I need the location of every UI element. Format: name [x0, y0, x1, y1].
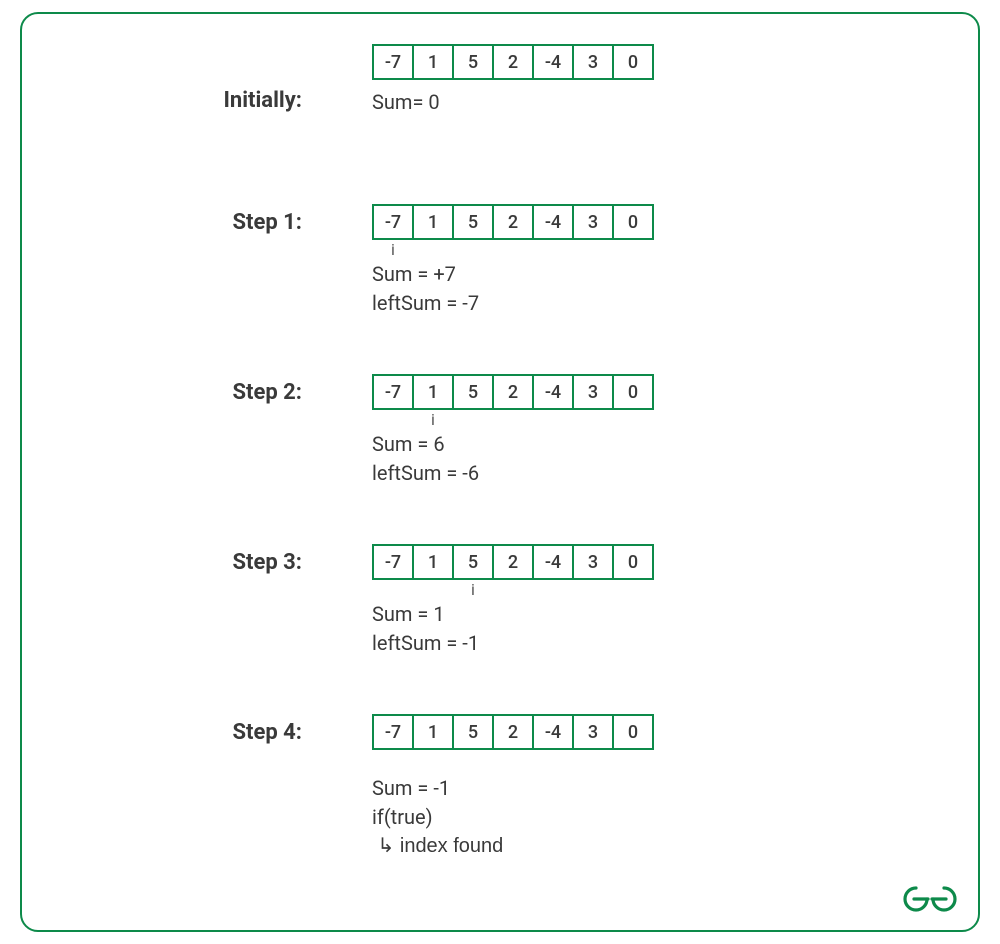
array-initial: -7 1 5 2 -4 3 0 [372, 44, 654, 80]
cell: 0 [612, 204, 654, 240]
cell: 0 [612, 714, 654, 750]
label-step-2: Step 2: [22, 380, 302, 405]
cell: 3 [572, 714, 614, 750]
cell: 2 [492, 204, 534, 240]
cell: -4 [532, 714, 574, 750]
array-step-1: -7 1 5 2 -4 3 0 [372, 204, 654, 240]
text-line: leftSum = -6 [372, 459, 479, 488]
cell: 3 [572, 374, 614, 410]
cell: 3 [572, 204, 614, 240]
text-line: Sum= 0 [372, 88, 440, 117]
cell: -7 [372, 544, 414, 580]
info-step-1: Sum = +7 leftSum = -7 [372, 260, 479, 318]
text-line: Sum = 6 [372, 430, 479, 459]
cell: 5 [452, 44, 494, 80]
cell: 0 [612, 544, 654, 580]
cell: -4 [532, 374, 574, 410]
label-step-4: Step 4: [22, 720, 302, 745]
cell: 5 [452, 714, 494, 750]
cell: 3 [572, 544, 614, 580]
text-line: if(true) [372, 803, 503, 832]
cell: 2 [492, 374, 534, 410]
diagram-frame: -7 1 5 2 -4 3 0 Initially: Sum= 0 Step 1… [20, 12, 980, 932]
cell: -7 [372, 374, 414, 410]
cell: -4 [532, 44, 574, 80]
cell: 5 [452, 204, 494, 240]
cell: 1 [412, 714, 454, 750]
label-initially: Initially: [22, 88, 302, 113]
cell: 2 [492, 44, 534, 80]
label-step-1: Step 1: [22, 210, 302, 235]
cell: 1 [412, 544, 454, 580]
info-step-4: Sum = -1 if(true) ↳ index found [372, 774, 503, 861]
info-initial: Sum= 0 [372, 88, 440, 117]
cell: 0 [612, 44, 654, 80]
label-step-3: Step 3: [22, 550, 302, 575]
cell: -7 [372, 204, 414, 240]
text-line: Sum = 1 [372, 600, 479, 629]
geeksforgeeks-logo-icon [902, 882, 958, 916]
text-line: Sum = +7 [372, 260, 479, 289]
cell: -7 [372, 714, 414, 750]
cell: 2 [492, 544, 534, 580]
info-step-3: Sum = 1 leftSum = -1 [372, 600, 479, 658]
cell: 2 [492, 714, 534, 750]
pointer-i: i [452, 580, 494, 599]
text-line: leftSum = -1 [372, 629, 479, 658]
cell: -4 [532, 204, 574, 240]
pointer-i: i [412, 410, 454, 429]
text-line: Sum = -1 [372, 774, 503, 803]
cell: 1 [412, 44, 454, 80]
cell: -4 [532, 544, 574, 580]
cell: 3 [572, 44, 614, 80]
array-step-4: -7 1 5 2 -4 3 0 [372, 714, 654, 750]
array-step-3: -7 1 5 2 -4 3 0 [372, 544, 654, 580]
info-step-2: Sum = 6 leftSum = -6 [372, 430, 479, 488]
pointer-i: i [372, 240, 414, 259]
cell: 1 [412, 374, 454, 410]
text-line: ↳ index found [372, 832, 503, 861]
cell: 5 [452, 544, 494, 580]
array-step-2: -7 1 5 2 -4 3 0 [372, 374, 654, 410]
cell: 5 [452, 374, 494, 410]
cell: -7 [372, 44, 414, 80]
cell: 1 [412, 204, 454, 240]
text-line: leftSum = -7 [372, 289, 479, 318]
diagram-content: -7 1 5 2 -4 3 0 Initially: Sum= 0 Step 1… [22, 14, 978, 930]
cell: 0 [612, 374, 654, 410]
